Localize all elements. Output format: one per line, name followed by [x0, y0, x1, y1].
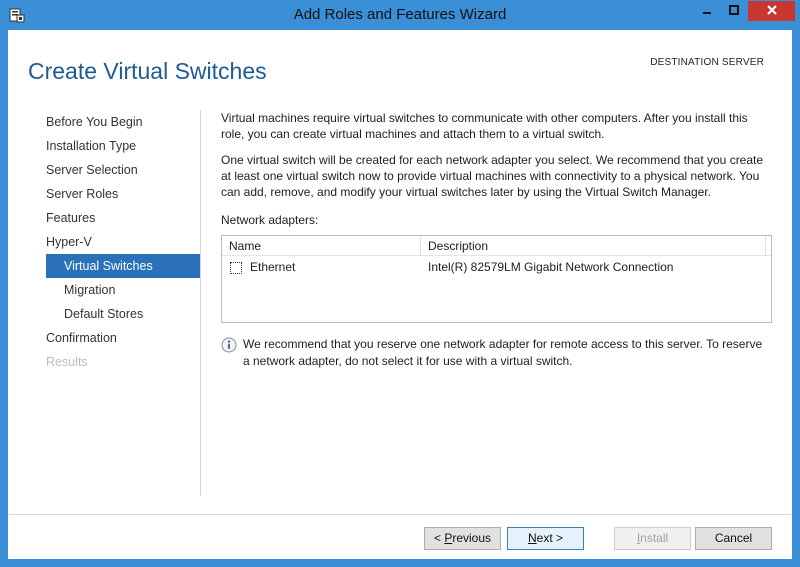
nav-item-server-roles[interactable]: Server Roles — [46, 182, 200, 206]
network-adapters-list[interactable]: Name Description Ethernet Intel(R) 82579… — [221, 235, 772, 323]
next-suffix: > — [552, 531, 564, 545]
maximize-icon — [728, 4, 740, 19]
previous-prefix: < — [433, 531, 445, 545]
next-rest: ext — [536, 531, 553, 545]
page-title: Create Virtual Switches — [28, 58, 267, 84]
minimize-icon — [701, 4, 713, 19]
table-row[interactable]: Ethernet Intel(R) 82579LM Gigabit Networ… — [222, 256, 771, 278]
adapter-description: Intel(R) 82579LM Gigabit Network Connect… — [428, 260, 674, 274]
window-title: Add Roles and Features Wizard — [293, 6, 507, 23]
maximize-button[interactable] — [720, 1, 747, 21]
list-header: Name Description — [222, 236, 771, 256]
adapter-checkbox[interactable] — [230, 262, 242, 274]
wizard-window: Add Roles and Features Wizard Create Vir… — [0, 0, 800, 567]
install-button: Install — [614, 527, 691, 550]
nav-item-hyper-v[interactable]: Hyper-V — [46, 230, 200, 254]
switch-paragraph: One virtual switch will be created for e… — [221, 153, 764, 199]
nav-item-results: Results — [46, 355, 88, 369]
nav-item-default-stores[interactable]: Default Stores — [46, 302, 200, 326]
info-text: We recommend that you reserve one networ… — [243, 337, 763, 368]
close-icon — [766, 4, 778, 19]
destination-server-label: DESTINATION SERVER — [650, 57, 764, 68]
nav-item-confirmation[interactable]: Confirmation — [46, 326, 200, 350]
adapter-name: Ethernet — [250, 260, 296, 274]
content-panel: Virtual machines require virtual switche… — [221, 110, 771, 227]
nav-item-migration[interactable]: Migration — [46, 278, 200, 302]
previous-rest: revious — [452, 531, 492, 545]
cancel-button[interactable]: Cancel — [695, 527, 772, 550]
close-button[interactable] — [748, 1, 795, 21]
info-note: We recommend that you reserve one networ… — [221, 336, 771, 370]
minimize-button[interactable] — [693, 1, 720, 21]
wizard-client-area: Create Virtual Switches DESTINATION SERV… — [8, 30, 792, 559]
intro-paragraph: Virtual machines require virtual switche… — [221, 111, 748, 141]
nav-item-features[interactable]: Features — [46, 206, 200, 230]
footer-divider — [8, 514, 792, 515]
info-icon — [221, 337, 237, 353]
network-adapters-label: Network adapters: — [221, 213, 319, 227]
nav-item-server-selection[interactable]: Server Selection — [46, 158, 200, 182]
column-header-description[interactable]: Description — [421, 236, 766, 256]
previous-button[interactable]: < Previous — [424, 527, 501, 550]
install-rest: nstall — [640, 531, 669, 545]
nav-item-virtual-switches[interactable]: Virtual Switches — [46, 254, 200, 278]
nav-divider — [200, 110, 201, 496]
nav-item-installation-type[interactable]: Installation Type — [46, 134, 200, 158]
next-button[interactable]: Next > — [507, 527, 584, 550]
next-accel: N — [527, 531, 537, 545]
nav-item-before-you-begin[interactable]: Before You Begin — [46, 110, 200, 134]
column-header-name[interactable]: Name — [222, 236, 421, 256]
title-bar[interactable]: Add Roles and Features Wizard — [0, 0, 800, 30]
wizard-nav: Before You Begin Installation Type Serve… — [46, 110, 200, 374]
